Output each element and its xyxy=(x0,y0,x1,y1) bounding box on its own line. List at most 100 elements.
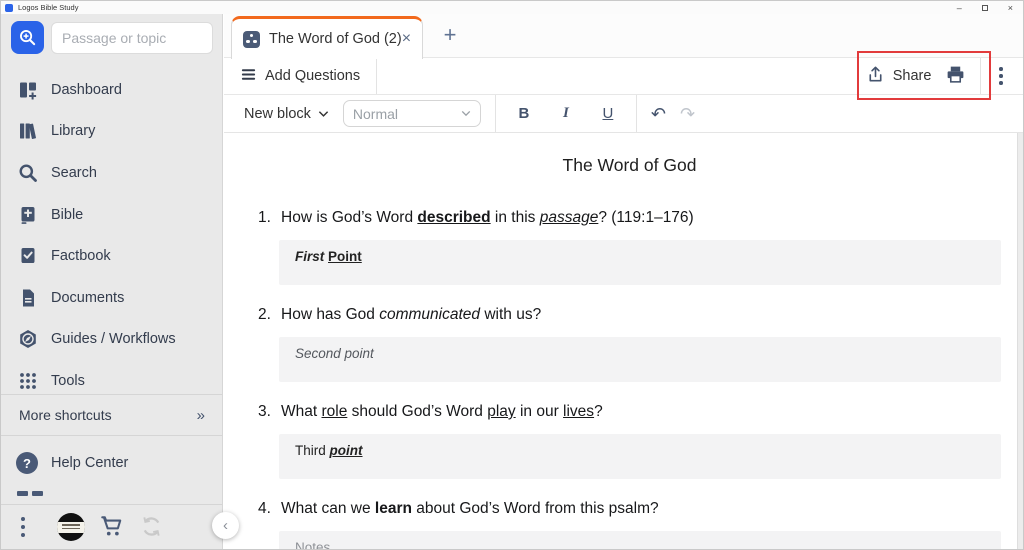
divider xyxy=(494,95,496,132)
divider xyxy=(376,58,378,94)
factbook-icon xyxy=(16,246,40,266)
bible-icon xyxy=(16,205,40,225)
question-block: 4. What can we learn about God’s Word fro… xyxy=(258,498,1001,549)
question-text[interactable]: 4. What can we learn about God’s Word fro… xyxy=(258,498,1001,520)
help-icon: ? xyxy=(16,452,38,474)
new-block-button[interactable]: New block xyxy=(244,106,329,122)
maximize-button[interactable] xyxy=(981,4,988,11)
answer-box[interactable]: First Point xyxy=(279,240,1001,285)
question-block: 1. How is God’s Word described in this pa… xyxy=(258,207,1001,285)
sidebar-item-label: Documents xyxy=(51,289,125,306)
search-icon xyxy=(16,163,40,183)
titlebar: Logos Bible Study – × xyxy=(1,1,1023,14)
question-number: 2. xyxy=(258,306,271,323)
layout-icon-partial[interactable] xyxy=(17,491,43,496)
sidebar-item-label: Search xyxy=(51,164,97,181)
bold-button[interactable]: B xyxy=(510,100,538,128)
sidebar-item-documents[interactable]: Documents xyxy=(1,277,222,319)
account-avatar[interactable] xyxy=(57,513,85,541)
search-plus-icon[interactable] xyxy=(11,21,44,54)
double-chevron-icon: » xyxy=(196,406,205,424)
help-center-label: Help Center xyxy=(51,455,129,471)
answer-box[interactable]: Notes xyxy=(279,531,1001,549)
divider xyxy=(635,95,637,132)
app-logo-icon xyxy=(5,3,13,12)
add-questions-label: Add Questions xyxy=(265,68,361,84)
divider xyxy=(980,58,982,94)
answer-placeholder: Notes xyxy=(295,540,331,549)
minimize-button[interactable]: – xyxy=(957,3,962,13)
share-label: Share xyxy=(892,68,932,84)
format-toolbar: New block Normal B I U ↶ ↷ xyxy=(224,95,1023,133)
sidebar-item-label: Library xyxy=(51,123,96,140)
panel-menu-icon[interactable] xyxy=(995,67,1007,85)
document-title[interactable]: The Word of God xyxy=(258,155,1001,181)
undo-button[interactable]: ↶ xyxy=(651,105,666,123)
question-number: 1. xyxy=(258,209,271,226)
question-block: 3. What role should God’s Word play in ou… xyxy=(258,401,1001,479)
app-window: Logos Bible Study – × Dashboard Library Se… xyxy=(0,0,1024,550)
questions-document-icon xyxy=(243,30,260,48)
tab-label: The Word of God (2) xyxy=(269,31,402,47)
sidebar-item-help-center[interactable]: ? Help Center xyxy=(16,444,128,482)
documents-icon xyxy=(16,288,40,308)
new-block-label: New block xyxy=(244,105,311,122)
questions-list: 1. How is God’s Word described in this pa… xyxy=(258,207,1001,549)
tab-bar: The Word of God (2) × + xyxy=(224,14,1023,59)
kebab-menu-icon[interactable] xyxy=(21,517,25,537)
question-number: 3. xyxy=(258,403,271,420)
answer-box[interactable]: Third point xyxy=(279,434,1001,479)
paragraph-style-select[interactable]: Normal xyxy=(342,100,481,127)
question-number: 4. xyxy=(258,500,271,517)
panel-right-edge xyxy=(1017,133,1023,549)
sidebar-item-label: Tools xyxy=(51,372,85,389)
sidebar: Dashboard Library Search Bible Factbook Docum… xyxy=(1,14,223,549)
sync-icon[interactable] xyxy=(140,515,163,543)
sidebar-item-bible[interactable]: Bible xyxy=(1,194,222,236)
sidebar-item-label: Bible xyxy=(51,206,84,223)
redo-button[interactable]: ↷ xyxy=(680,105,695,123)
answer-box[interactable]: Second point xyxy=(279,337,1001,382)
question-text[interactable]: 2. How has God communicated with us? xyxy=(258,304,1001,326)
tab-the-word-of-god[interactable]: The Word of God (2) × xyxy=(231,16,423,59)
print-button[interactable] xyxy=(945,64,966,88)
collapse-sidebar-button[interactable]: ‹ xyxy=(212,512,239,539)
sidebar-nav: Dashboard Library Search Bible Factbook Docum… xyxy=(1,69,222,402)
sidebar-footer xyxy=(1,504,222,549)
share-button[interactable]: Share xyxy=(866,65,932,88)
more-shortcuts-label: More shortcuts xyxy=(19,407,112,423)
sidebar-item-guides-workflows[interactable]: Guides / Workflows xyxy=(1,319,222,361)
library-icon xyxy=(16,121,40,141)
question-block: 2. How has God communicated with us? Secon… xyxy=(258,304,1001,382)
question-text[interactable]: 3. What role should God’s Word play in ou… xyxy=(258,401,1001,423)
cart-icon[interactable] xyxy=(99,513,125,544)
sidebar-item-factbook[interactable]: Factbook xyxy=(1,235,222,277)
printer-icon xyxy=(945,64,966,88)
add-questions-button[interactable]: Add Questions xyxy=(240,66,360,87)
sidebar-item-library[interactable]: Library xyxy=(1,111,222,153)
app-title: Logos Bible Study xyxy=(18,3,79,12)
document-toolbar: Add Questions Share xyxy=(224,58,1023,95)
underline-button[interactable]: U xyxy=(594,100,622,128)
divider xyxy=(1,435,222,436)
close-window-button[interactable]: × xyxy=(1008,3,1013,13)
dashboard-icon xyxy=(16,80,40,100)
chevron-down-icon xyxy=(318,110,329,117)
chevron-down-icon xyxy=(461,110,471,117)
question-text[interactable]: 1. How is God’s Word described in this pa… xyxy=(258,207,1001,229)
share-icon xyxy=(866,65,885,88)
close-tab-icon[interactable]: × xyxy=(402,31,411,47)
hamburger-icon xyxy=(240,66,257,87)
italic-button[interactable]: I xyxy=(552,100,580,128)
sidebar-item-label: Dashboard xyxy=(51,81,122,98)
search-input[interactable] xyxy=(51,21,213,54)
style-value: Normal xyxy=(352,105,399,122)
sidebar-item-label: Factbook xyxy=(51,248,111,265)
main-panel: The Word of God (2) × + Add Questions Sh… xyxy=(224,14,1023,549)
sidebar-item-search[interactable]: Search xyxy=(1,152,222,194)
document-editor[interactable]: The Word of God 1. How is God’s Word desc… xyxy=(224,133,1023,549)
tools-icon xyxy=(16,371,40,391)
more-shortcuts-button[interactable]: More shortcuts » xyxy=(1,395,222,435)
new-tab-button[interactable]: + xyxy=(437,22,463,48)
sidebar-item-dashboard[interactable]: Dashboard xyxy=(1,69,222,111)
